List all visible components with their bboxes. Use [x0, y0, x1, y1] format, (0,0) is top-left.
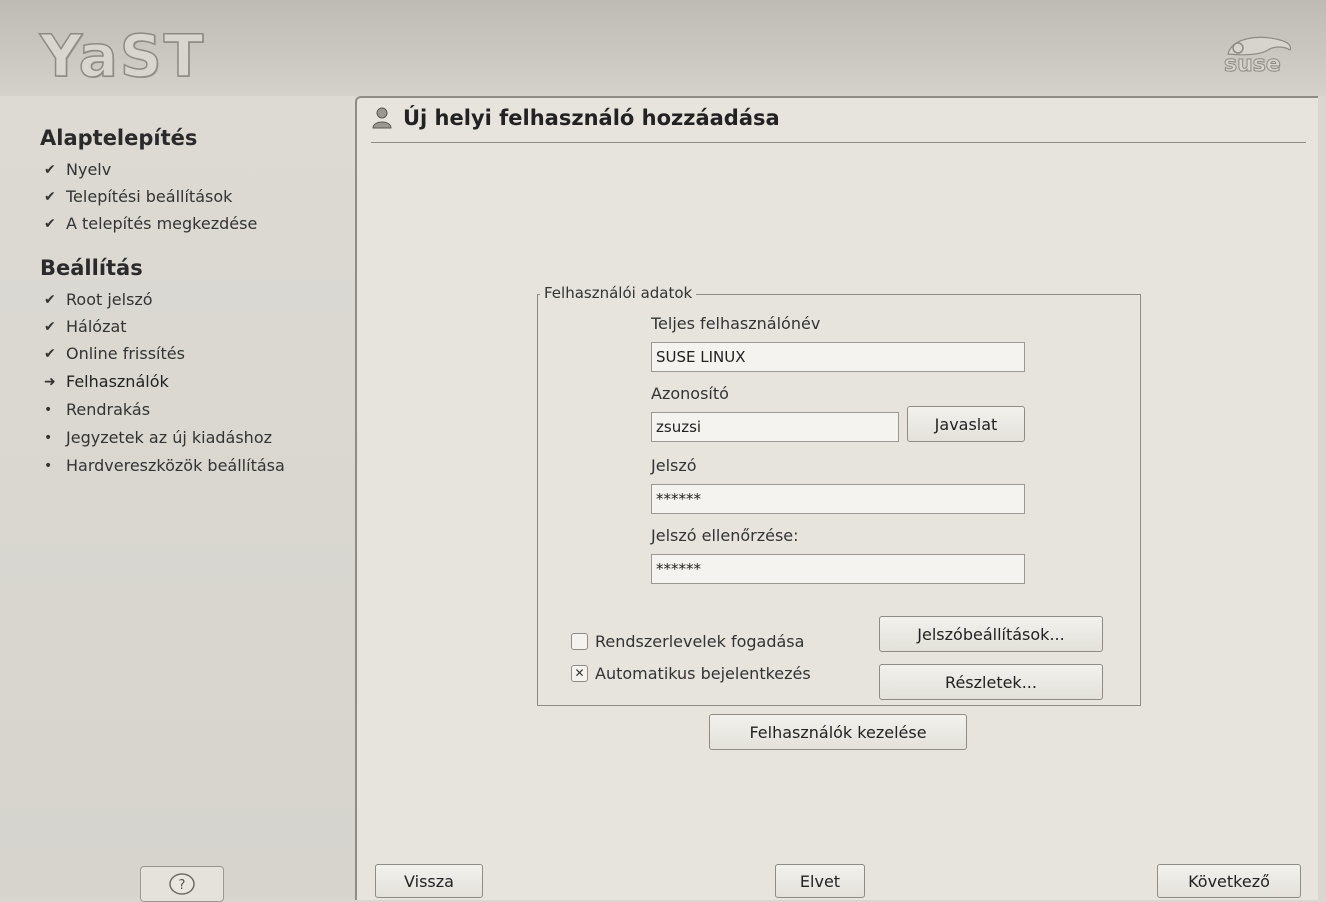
password-input[interactable]: ****** [651, 484, 1025, 514]
sidebar-step-current: ➜ Felhasználók [44, 372, 169, 391]
system-mail-label: Rendszerlevelek fogadása [595, 632, 805, 651]
username-input[interactable]: zsuzsi [651, 412, 899, 442]
sidebar-step: • Jegyzetek az új kiadáshoz [44, 428, 272, 447]
sidebar-step: • Hardvereszközök beállítása [44, 456, 285, 475]
checkmark-icon: ✔ [44, 291, 56, 308]
sidebar-step-label: Hardvereszközök beállítása [66, 456, 285, 475]
checkmark-icon: ✔ [44, 345, 56, 362]
sidebar-step-label: A telepítés megkezdése [66, 214, 258, 233]
sidebar-step-label: Root jelszó [66, 290, 153, 309]
yast-logo: YaST [39, 21, 206, 91]
sidebar-step-label: Jegyzetek az új kiadáshoz [66, 428, 272, 447]
sidebar-step: ✔ Root jelszó [44, 290, 153, 309]
page-title: Új helyi felhasználó hozzáadása [403, 106, 780, 130]
checkmark-icon: ✔ [44, 318, 56, 335]
auto-login-label: Automatikus bejelentkezés [595, 664, 811, 683]
title-divider [371, 142, 1306, 143]
main-panel: Új helyi felhasználó hozzáadása Felhaszn… [355, 96, 1318, 900]
system-mail-checkbox[interactable] [571, 633, 588, 650]
bullet-icon: • [44, 401, 53, 418]
abort-button[interactable]: Elvet [775, 864, 865, 898]
sidebar-step: • Rendrakás [44, 400, 150, 419]
page-header: Új helyi felhasználó hozzáadása [371, 106, 780, 130]
system-mail-checkbox-row[interactable]: Rendszerlevelek fogadása [571, 632, 804, 651]
next-button[interactable]: Következő [1157, 864, 1301, 898]
full-name-input[interactable]: SUSE LINUX [651, 342, 1025, 372]
sidebar-step: ✔ Nyelv [44, 160, 111, 179]
checkmark-icon: ✔ [44, 215, 56, 232]
user-icon [372, 107, 392, 129]
confirm-password-label: Jelszó ellenőrzése: [651, 526, 799, 545]
sidebar-step: ✔ A telepítés megkezdése [44, 214, 257, 233]
checkmark-icon: ✔ [44, 188, 56, 205]
sidebar-step: ✔ Telepítési beállítások [44, 187, 232, 206]
bullet-icon: • [44, 429, 53, 446]
svg-text:?: ? [179, 878, 186, 893]
auto-login-checkbox[interactable]: ✕ [571, 665, 588, 682]
sidebar-step: ✔ Online frissítés [44, 344, 185, 363]
back-button[interactable]: Vissza [375, 864, 483, 898]
sidebar-step-label: Online frissítés [66, 344, 185, 363]
help-icon: ? [169, 873, 195, 895]
suggest-button[interactable]: Javaslat [907, 406, 1025, 442]
sidebar-step-label: Nyelv [66, 160, 112, 179]
username-label: Azonosító [651, 384, 729, 403]
sidebar-step-label: Felhasználók [66, 372, 169, 391]
group-title: Felhasználói adatok [540, 284, 697, 302]
details-button[interactable]: Részletek... [879, 664, 1103, 700]
manage-users-button[interactable]: Felhasználók kezelése [709, 714, 967, 750]
sidebar-section-title: Alaptelepítés [40, 126, 198, 150]
arrow-right-icon: ➜ [44, 373, 56, 390]
checkmark-icon: ✔ [44, 161, 56, 178]
password-label: Jelszó [651, 456, 697, 475]
help-button[interactable]: ? [140, 866, 224, 902]
sidebar-step-label: Telepítési beállítások [66, 187, 233, 206]
auto-login-checkbox-row[interactable]: ✕ Automatikus bejelentkezés [571, 664, 811, 683]
sidebar-section-title: Beállítás [40, 256, 143, 280]
suse-logo-text: suse [1224, 52, 1282, 78]
sidebar-step-label: Hálózat [66, 317, 127, 336]
suse-logo: suse [1218, 30, 1298, 80]
password-settings-button[interactable]: Jelszóbeállítások... [879, 616, 1103, 652]
full-name-label: Teljes felhasználónév [651, 314, 821, 333]
confirm-password-input[interactable]: ****** [651, 554, 1025, 584]
top-banner: YaST suse [0, 0, 1326, 96]
bullet-icon: • [44, 457, 53, 474]
sidebar-step: ✔ Hálózat [44, 317, 127, 336]
sidebar-step-label: Rendrakás [66, 400, 151, 419]
